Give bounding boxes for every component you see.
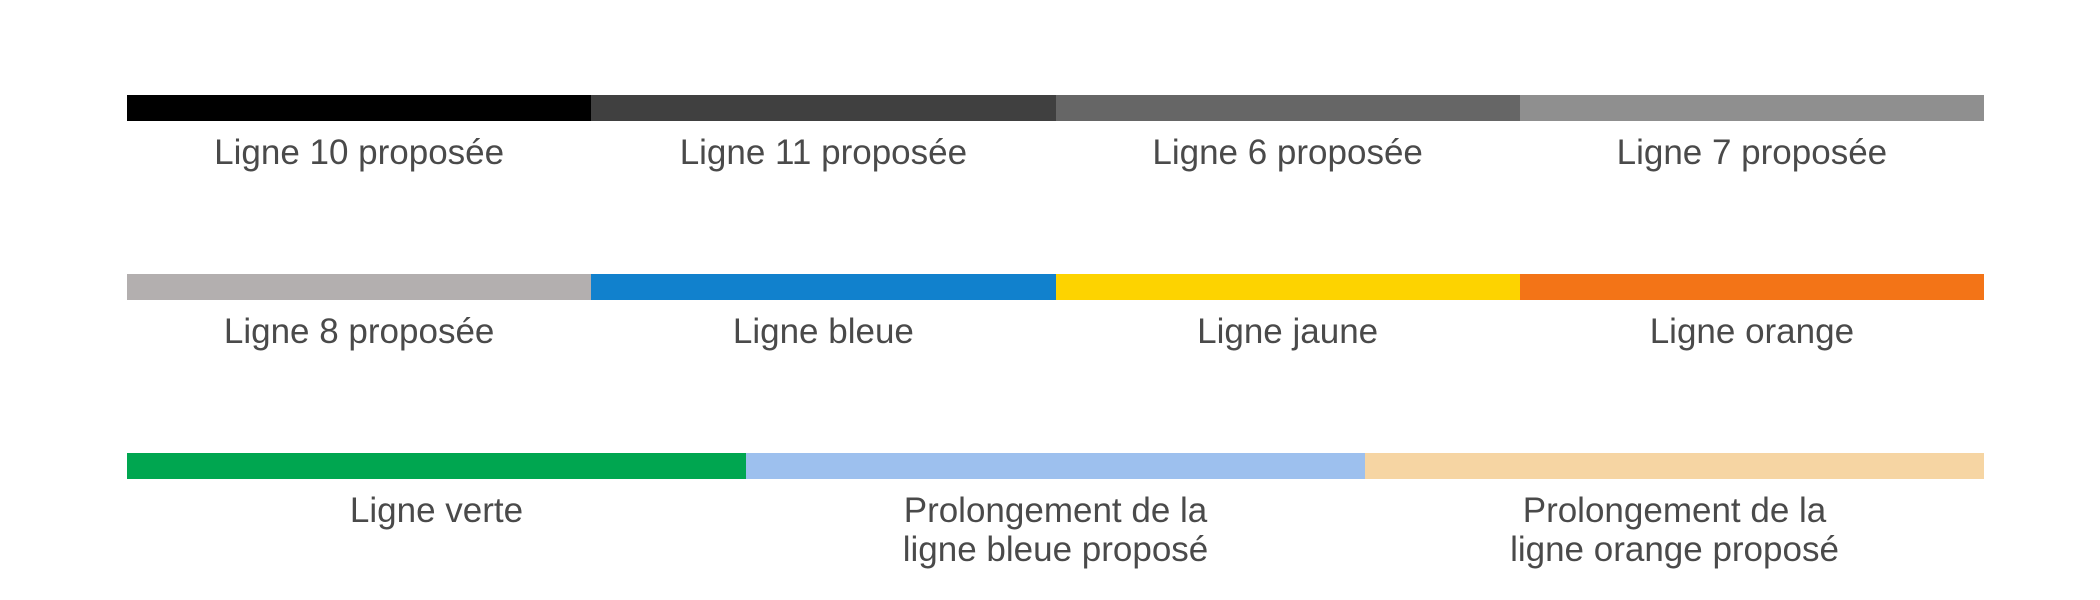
line-label: Ligne 8 proposée <box>223 312 495 351</box>
line-label: Ligne jaune <box>1197 312 1379 351</box>
legend-entry-ligne-verte: Ligne verte <box>127 453 746 569</box>
line-label: Ligne orange <box>1649 312 1855 351</box>
transit-lines-legend: Ligne 10 proposée Ligne 11 proposée Lign… <box>127 0 1984 600</box>
line-color-bar <box>127 274 592 300</box>
line-color-bar <box>1519 95 1984 121</box>
line-color-bar <box>1519 274 1984 300</box>
legend-row: Ligne 10 proposée Ligne 11 proposée Lign… <box>127 95 1984 172</box>
line-label: Prolongement de la ligne bleue proposé <box>902 491 1209 569</box>
line-label: Ligne 11 proposée <box>679 133 968 172</box>
legend-entry-ligne-bleue: Ligne bleue <box>591 274 1056 351</box>
line-color-bar <box>127 95 592 121</box>
legend-entry-ligne-jaune: Ligne jaune <box>1055 274 1520 351</box>
legend-entry-ligne-orange: Ligne orange <box>1519 274 1984 351</box>
line-label: Prolongement de la ligne orange proposé <box>1510 491 1839 569</box>
legend-entry-prolongement-orange: Prolongement de la ligne orange proposé <box>1365 453 1984 569</box>
line-label: Ligne 7 proposée <box>1616 133 1888 172</box>
legend-entry-ligne-6: Ligne 6 proposée <box>1055 95 1520 172</box>
line-color-bar <box>1055 95 1520 121</box>
line-label: Ligne verte <box>349 491 524 530</box>
legend-entry-ligne-10: Ligne 10 proposée <box>127 95 592 172</box>
line-color-bar <box>1055 274 1520 300</box>
legend-row: Ligne verte Prolongement de la ligne ble… <box>127 453 1984 569</box>
line-color-bar <box>591 95 1056 121</box>
line-color-bar <box>746 453 1365 479</box>
line-label: Ligne bleue <box>732 312 914 351</box>
line-color-bar <box>1365 453 1984 479</box>
line-label: Ligne 10 proposée <box>214 133 505 172</box>
legend-entry-ligne-8: Ligne 8 proposée <box>127 274 592 351</box>
line-color-bar <box>127 453 746 479</box>
line-color-bar <box>591 274 1056 300</box>
legend-entry-prolongement-bleue: Prolongement de la ligne bleue proposé <box>746 453 1365 569</box>
legend-entry-ligne-11: Ligne 11 proposée <box>591 95 1056 172</box>
line-label: Ligne 6 proposée <box>1152 133 1423 172</box>
legend-entry-ligne-7: Ligne 7 proposée <box>1519 95 1984 172</box>
legend-row: Ligne 8 proposée Ligne bleue Ligne jaune… <box>127 274 1984 351</box>
